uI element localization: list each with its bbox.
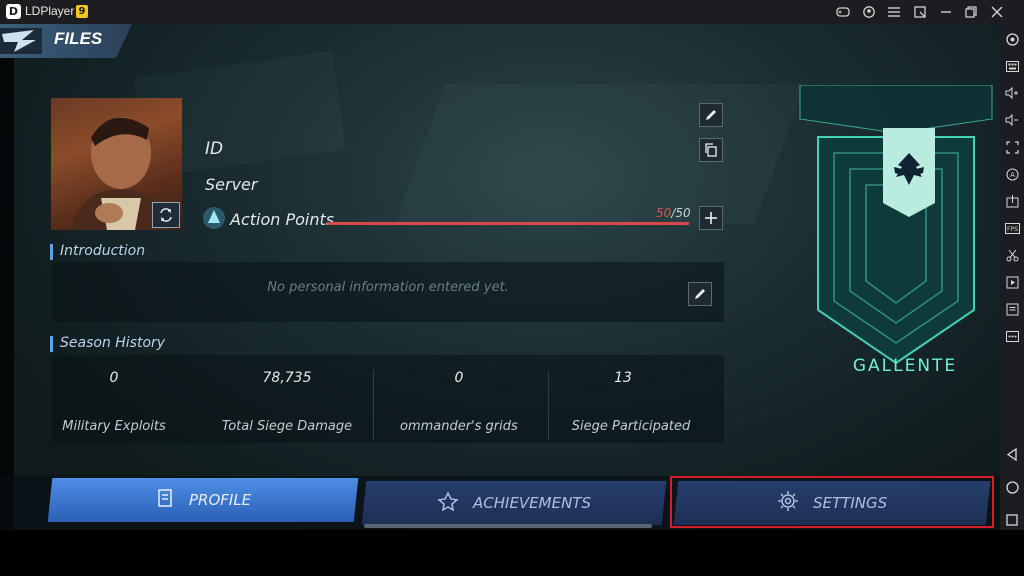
achievements-icon [437,491,459,515]
gamepad-icon[interactable] [830,0,856,24]
faction-name: GALLENTE [852,356,958,376]
version-badge: 9 [76,5,88,18]
edit-name-button[interactable] [699,103,723,127]
introduction-panel: No personal information entered yet. [52,262,724,322]
text-icon[interactable] [1000,297,1024,321]
stat-value: 0 [109,370,119,386]
action-points-bar [327,222,689,225]
game-viewport: FILES ID Server Action Points 50/50 Intr… [0,24,1000,530]
background-hangar [394,84,806,224]
plus-icon [705,212,717,224]
tab-profile-label: PROFILE [188,491,252,509]
recent-apps-icon[interactable] [1000,508,1024,532]
introduction-title: Introduction [60,243,146,259]
svg-text:A: A [1010,171,1015,179]
keyboard-icon[interactable] [1000,54,1024,78]
introduction-marker [50,244,53,260]
back-wing-icon[interactable] [0,28,42,54]
fps-label: FPS [1007,226,1018,233]
action-points-value: 50/50 [656,206,691,220]
tab-profile[interactable]: PROFILE [47,478,359,522]
stat-value: 0 [454,370,464,386]
stat-value: 13 [614,370,632,386]
settings-icon[interactable] [1000,27,1024,51]
volume-down-icon[interactable] [1000,108,1024,132]
settings-highlight-box [670,476,994,528]
volume-up-icon[interactable] [1000,81,1024,105]
pencil-icon [695,289,705,299]
stat-label: Military Exploits [62,419,166,434]
server-label: Server [205,175,258,194]
id-label: ID [205,139,224,159]
copy-id-button[interactable] [699,138,723,162]
profile-icon [155,488,175,512]
sync-icon[interactable]: A [1000,162,1024,186]
account-icon[interactable] [856,0,882,24]
page-title: FILES [54,29,103,48]
install-apk-icon[interactable] [1000,189,1024,213]
left-edge-shadow [0,24,14,530]
action-points-max: /50 [671,206,691,220]
ldplayer-logo-icon: D [6,4,21,19]
action-points-current: 50 [656,206,672,220]
back-icon[interactable] [1000,442,1024,466]
minimize-icon[interactable] [933,0,959,24]
season-history-marker [50,336,53,352]
tab-scrollbar[interactable] [364,524,652,528]
edit-introduction-button[interactable] [688,282,712,306]
window-controls [830,0,1010,24]
video-icon[interactable] [1000,270,1024,294]
add-action-points-button[interactable] [699,206,723,230]
more-icon[interactable] [1000,324,1024,348]
scissors-icon[interactable] [1000,243,1024,267]
change-avatar-button[interactable] [152,202,180,228]
restore-icon[interactable] [959,0,985,24]
popout-icon[interactable] [907,0,933,24]
copy-icon [705,143,717,157]
home-icon[interactable] [1000,475,1024,499]
stat-value: 78,735 [262,370,312,386]
faction-emblem [798,84,994,375]
pencil-icon [706,110,716,120]
stat-label: Total Siege Damage [221,419,353,434]
close-icon[interactable] [984,0,1010,24]
fps-icon[interactable]: FPS [1000,216,1024,240]
emulator-sidebar: A FPS [1000,24,1024,530]
stat-label: ommander's grids cap [400,419,518,434]
stat-label: Siege Participated [571,419,691,434]
stat-divider [373,370,374,440]
action-points-icon [202,206,226,230]
introduction-placeholder: No personal information entered yet. [267,280,509,295]
screenshot-icon[interactable] [1000,135,1024,159]
tab-achievements[interactable]: ACHIEVEMENTS [361,481,667,525]
action-points-label: Action Points [230,210,335,229]
emulator-titlebar: D LDPlayer 9 [0,0,1024,24]
tab-achievements-label: ACHIEVEMENTS [473,494,591,512]
menu-icon[interactable] [882,0,908,24]
app-title: LDPlayer [25,4,75,18]
swap-icon [160,208,172,222]
season-history-title: Season History [60,335,166,351]
